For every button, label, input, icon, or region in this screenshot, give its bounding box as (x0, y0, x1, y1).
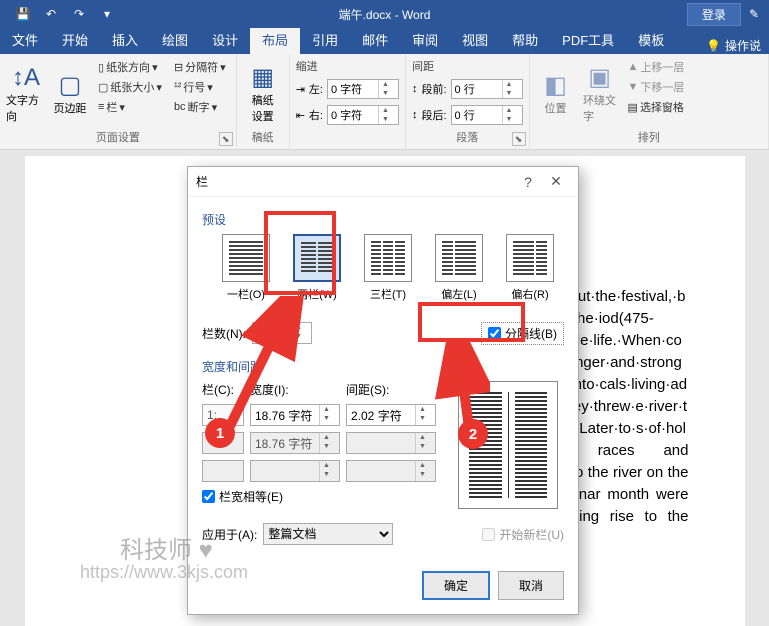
save-icon[interactable]: 💾 (10, 2, 36, 26)
spacing-3-input: ▲▼ (346, 460, 436, 482)
group-spacing: 间距 ↕段前:▲▼ ↕段后:▲▼ 段落 ⬊ (406, 54, 530, 149)
preset-right[interactable]: 偏右(R) (506, 234, 554, 302)
position-button[interactable]: ◧位置 (536, 58, 576, 129)
tab-help[interactable]: 帮助 (500, 26, 550, 54)
tab-insert[interactable]: 插入 (100, 26, 150, 54)
dialog-titlebar: 栏 ? ✕ (188, 167, 578, 197)
col-index-3 (202, 460, 244, 482)
tab-pdftools[interactable]: PDF工具 (550, 26, 626, 54)
window-title: 端午.docx - Word (339, 6, 431, 23)
indent-title: 缩进 (296, 58, 318, 74)
quick-access-toolbar: 💾 ↶ ↷ ▾ (0, 2, 120, 26)
title-bar: 💾 ↶ ↷ ▾ 端午.docx - Word 登录 ✎ (0, 0, 769, 28)
ribbon-tabs: 文件 开始 插入 绘图 设计 布局 引用 邮件 审阅 视图 帮助 PDF工具 模… (0, 28, 769, 54)
spacing-2-input: ▲▼ (346, 432, 436, 454)
bulb-icon: 💡 (706, 39, 721, 53)
orientation-button[interactable]: ▯ 纸张方向 ▾ (94, 58, 166, 76)
qat-customize-icon[interactable]: ▾ (94, 2, 120, 26)
tab-draw[interactable]: 绘图 (150, 26, 200, 54)
dialog-help-icon[interactable]: ? (514, 174, 542, 190)
group-label-arrange: 排列 (536, 129, 762, 145)
indent-left-icon: ⇥ (296, 83, 305, 96)
redo-icon[interactable]: ↷ (66, 2, 92, 26)
badge-2: 2 (458, 419, 488, 449)
width-1-input[interactable]: ▲▼ (250, 404, 340, 426)
columns-button[interactable]: ≡ 栏 ▾ (94, 98, 166, 116)
group-arrange: ◧位置 ▣环绕文 字 ▲ 上移一层 ▼ 下移一层 ▤ 选择窗格 排列 (530, 54, 769, 149)
gaozhi-button[interactable]: ▦稿纸 设置 (243, 58, 283, 129)
dialog-close-icon[interactable]: ✕ (542, 173, 570, 190)
text-direction-button[interactable]: ↕A文字方向 (6, 58, 46, 129)
paper-size-button[interactable]: ▢ 纸张大小 ▾ (94, 78, 166, 96)
col-header: 栏(C): (202, 381, 244, 398)
dialog-title: 栏 (196, 173, 514, 190)
preview-label: 预览 (452, 358, 564, 375)
preset-left[interactable]: 偏左(L) (435, 234, 483, 302)
app-options-icon[interactable]: ✎ (749, 7, 759, 21)
group-label-gaozhi: 稿纸 (243, 129, 283, 145)
tab-review[interactable]: 审阅 (400, 26, 450, 54)
spacing-title: 间距 (412, 58, 434, 74)
group-label-page-setup: 页面设置 (6, 129, 230, 145)
badge-1: 1 (205, 418, 235, 448)
tab-references[interactable]: 引用 (300, 26, 350, 54)
space-after-icon: ↕ (412, 109, 418, 121)
undo-icon[interactable]: ↶ (38, 2, 64, 26)
bring-forward-button[interactable]: ▲ 上移一层 (624, 58, 689, 76)
tab-mailings[interactable]: 邮件 (350, 26, 400, 54)
page-setup-launcher[interactable]: ⬊ (219, 132, 233, 146)
line-numbers-button[interactable]: ¹² 行号 ▾ (170, 78, 230, 96)
space-after-input[interactable]: ▲▼ (451, 105, 523, 125)
send-backward-button[interactable]: ▼ 下移一层 (624, 78, 689, 96)
hyphenation-button[interactable]: bc 断字 ▾ (170, 98, 230, 116)
space-before-icon: ↕ (412, 83, 418, 95)
equal-width-checkbox[interactable]: 栏宽相等(E) (202, 488, 440, 505)
breaks-button[interactable]: ⊟ 分隔符 ▾ (170, 58, 230, 76)
tell-me[interactable]: 💡操作说 (706, 37, 769, 54)
group-gaozhi: ▦稿纸 设置 稿纸 (237, 54, 290, 149)
selection-pane-button[interactable]: ▤ 选择窗格 (624, 98, 689, 116)
preset-one[interactable]: 一栏(O) (222, 234, 270, 302)
width-3-input: ▲▼ (250, 460, 340, 482)
paragraph-launcher[interactable]: ⬊ (512, 132, 526, 146)
columns-dialog: 栏 ? ✕ 预设 一栏(O) 两栏(W) 三栏(T) 偏左(L) 偏右(R) 栏… (187, 166, 579, 615)
group-page-setup: ↕A文字方向 ▢页边距 ▯ 纸张方向 ▾ ▢ 纸张大小 ▾ ≡ 栏 ▾ ⊟ 分隔… (0, 54, 237, 149)
tab-design[interactable]: 设计 (200, 26, 250, 54)
indent-left-input[interactable]: ▲▼ (327, 79, 399, 99)
spacing-header: 间距(S): (346, 381, 389, 398)
cancel-button[interactable]: 取消 (498, 571, 564, 600)
width-2-input: ▲▼ (250, 432, 340, 454)
tab-file[interactable]: 文件 (0, 26, 50, 54)
indent-right-icon: ⇤ (296, 109, 305, 122)
apply-to-select[interactable]: 整篇文档 (263, 523, 393, 545)
preset-two[interactable]: 两栏(W) (293, 234, 341, 302)
ok-button[interactable]: 确定 (422, 571, 490, 600)
space-before-input[interactable]: ▲▼ (451, 79, 523, 99)
spacing-1-input[interactable]: ▲▼ (346, 404, 436, 426)
preset-three[interactable]: 三栏(T) (364, 234, 412, 302)
width-header: 宽度(I): (250, 381, 340, 398)
ribbon: ↕A文字方向 ▢页边距 ▯ 纸张方向 ▾ ▢ 纸张大小 ▾ ≡ 栏 ▾ ⊟ 分隔… (0, 54, 769, 150)
apply-to-label: 应用于(A): (202, 526, 257, 543)
tab-layout[interactable]: 布局 (250, 26, 300, 54)
width-section-label: 宽度和间距 (202, 358, 440, 375)
num-columns-label: 栏数(N): (202, 325, 246, 342)
start-new-column-checkbox: 开始新栏(U) (482, 526, 564, 543)
preset-row: 一栏(O) 两栏(W) 三栏(T) 偏左(L) 偏右(R) (202, 234, 564, 308)
preset-section-label: 预设 (202, 211, 564, 228)
tab-templates[interactable]: 模板 (626, 26, 676, 54)
login-button[interactable]: 登录 (687, 3, 741, 26)
tab-home[interactable]: 开始 (50, 26, 100, 54)
tab-view[interactable]: 视图 (450, 26, 500, 54)
indent-right-input[interactable]: ▲▼ (327, 105, 399, 125)
group-label-paragraph: 段落 (412, 129, 523, 145)
wrap-text-button[interactable]: ▣环绕文 字 (580, 58, 620, 129)
num-columns-input[interactable]: ▲▼ (252, 322, 312, 344)
separator-checkbox[interactable]: 分隔线(B) (481, 322, 564, 345)
margins-button[interactable]: ▢页边距 (50, 58, 90, 129)
group-indent: 缩进 ⇥左:▲▼ ⇤右:▲▼ (290, 54, 406, 149)
